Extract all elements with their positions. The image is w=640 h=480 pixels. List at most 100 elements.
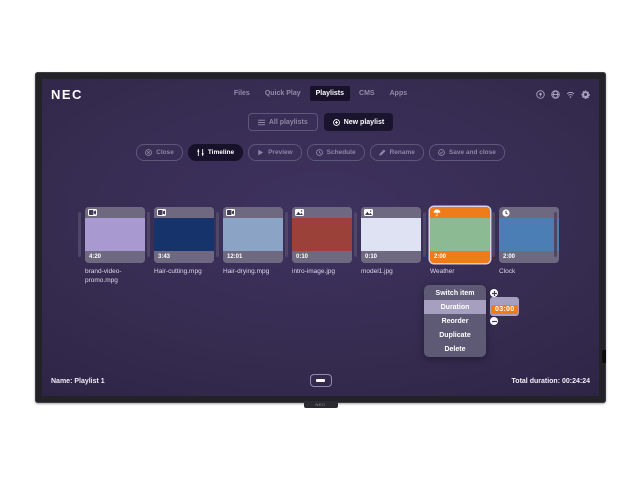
wifi-icon[interactable] [566, 90, 575, 99]
card-header [361, 207, 421, 218]
increase-duration-control [490, 289, 498, 297]
item-duration: 2:00 [434, 254, 446, 260]
monitor-bezel: NEC Files Quick Play Playlists CMS [35, 72, 606, 403]
insert-handle[interactable] [423, 212, 426, 257]
thumbnail [223, 218, 283, 251]
context-menu-item-label: Duplicate [439, 332, 471, 339]
card-header [292, 207, 352, 218]
nav-tab[interactable]: Files [228, 86, 256, 101]
context-menu-item[interactable]: Reorder [424, 314, 486, 328]
card-header [223, 207, 283, 218]
thumbnail [430, 218, 490, 251]
all-playlists-label: All playlists [269, 119, 308, 126]
item-name: Weather [430, 268, 491, 277]
toolbar: Close Timeline Preview Schedule [42, 144, 599, 161]
globe-icon[interactable] [551, 90, 560, 99]
screen: NEC Files Quick Play Playlists CMS [42, 79, 599, 396]
insert-handle[interactable] [216, 212, 219, 257]
playlist-item-card[interactable]: 2:00 [430, 207, 490, 263]
timeline-slot: 12:01 Hair-drying.mpg [216, 207, 284, 277]
item-duration: 0:10 [365, 254, 377, 260]
duration-value-pill[interactable]: 03:00 [490, 297, 519, 316]
upload-icon[interactable] [536, 90, 545, 99]
insert-handle-trailing[interactable] [554, 212, 557, 257]
item-duration: 4:20 [89, 254, 101, 260]
nav-tab-label: Apps [390, 90, 408, 97]
card-header [430, 207, 490, 218]
context-menu-item[interactable]: Delete [424, 342, 486, 356]
collapse-icon [316, 379, 325, 382]
card-footer: 12:01 [223, 251, 283, 263]
schedule-label: Schedule [327, 149, 356, 156]
rename-button[interactable]: Rename [370, 144, 424, 161]
total-duration: Total duration: 00:24:24 [512, 378, 590, 385]
timeline-strip: 4:20 brand-video-promo.mpg [78, 207, 561, 286]
playlist-item-card[interactable]: 0:10 [361, 207, 421, 263]
playlist-item-card[interactable]: 3:43 [154, 207, 214, 263]
context-menu-item[interactable]: Duration 03:00 [424, 300, 486, 314]
all-playlists-button[interactable]: All playlists [248, 113, 318, 131]
card-block: 0:10 model1.jpg [361, 207, 422, 277]
card-block: 12:01 Hair-drying.mpg [223, 207, 284, 277]
timeline-slot: 4:20 brand-video-promo.mpg [78, 207, 146, 286]
preview-button[interactable]: Preview [248, 144, 302, 161]
card-block: 2:00 Clock [499, 207, 560, 277]
add-icon [333, 119, 340, 126]
nav-tab[interactable]: Playlists [310, 86, 350, 101]
context-menu-item-label: Reorder [442, 318, 469, 325]
playlist-item-card[interactable]: 2:00 [499, 207, 559, 263]
insert-handle[interactable] [492, 212, 495, 257]
timeline-button[interactable]: Timeline [188, 144, 243, 161]
preview-label: Preview [268, 149, 293, 156]
playlist-item-card[interactable]: 4:20 [85, 207, 145, 263]
item-name: Clock [499, 268, 560, 277]
plus-icon[interactable] [490, 289, 498, 297]
rename-label: Rename [390, 149, 415, 156]
context-menu-item-label: Switch item [436, 290, 475, 297]
thumbnail [361, 218, 421, 251]
new-playlist-button[interactable]: New playlist [324, 113, 393, 131]
close-button[interactable]: Close [136, 144, 183, 161]
card-header [85, 207, 145, 218]
play-icon [257, 149, 264, 156]
insert-handle[interactable] [78, 212, 81, 257]
video-icon [226, 209, 235, 216]
context-menu-item-label: Delete [444, 346, 465, 353]
duration-value-control: 03:00 [490, 298, 519, 316]
card-block: 4:20 brand-video-promo.mpg [85, 207, 146, 286]
pencil-icon [379, 149, 386, 156]
nav-tab-label: Playlists [316, 90, 344, 97]
item-name: Hair-cutting.mpg [154, 268, 215, 277]
nav-tab[interactable]: Quick Play [259, 86, 307, 101]
insert-handle[interactable] [147, 212, 150, 257]
video-icon [157, 209, 166, 216]
context-menu-item[interactable]: Switch item [424, 286, 486, 300]
nav-tab[interactable]: CMS [353, 86, 381, 101]
insert-handle[interactable] [285, 212, 288, 257]
insert-handle[interactable] [354, 212, 357, 257]
item-name: intro-image.jpg [292, 268, 353, 277]
gear-icon[interactable] [581, 90, 590, 99]
monitor-control-button[interactable] [602, 350, 606, 363]
item-name: brand-video-promo.mpg [85, 268, 146, 286]
nav-tab[interactable]: Apps [384, 86, 414, 101]
nav-tab-label: Quick Play [265, 90, 301, 97]
context-menu: Switch item Duration [424, 285, 486, 357]
card-footer: 4:20 [85, 251, 145, 263]
clock-icon [316, 149, 323, 156]
image-icon [364, 209, 373, 216]
collapse-button[interactable] [310, 374, 332, 387]
context-menu-item[interactable]: Duplicate [424, 328, 486, 342]
playlist-item-card[interactable]: 12:01 [223, 207, 283, 263]
item-duration: 2:00 [503, 254, 515, 260]
schedule-button[interactable]: Schedule [307, 144, 365, 161]
item-name: model1.jpg [361, 268, 422, 277]
playlist-item-card[interactable]: 0:10 [292, 207, 352, 263]
card-block: 2:00 Weather [430, 207, 491, 277]
save-and-close-button[interactable]: Save and close [429, 144, 505, 161]
status-bar: Name: Playlist 1 Total duration: 00:24:2… [42, 373, 599, 393]
menu-icon [258, 119, 265, 126]
close-icon [145, 149, 152, 156]
nav-tab-label: Files [234, 90, 250, 97]
minus-icon[interactable] [490, 317, 498, 325]
